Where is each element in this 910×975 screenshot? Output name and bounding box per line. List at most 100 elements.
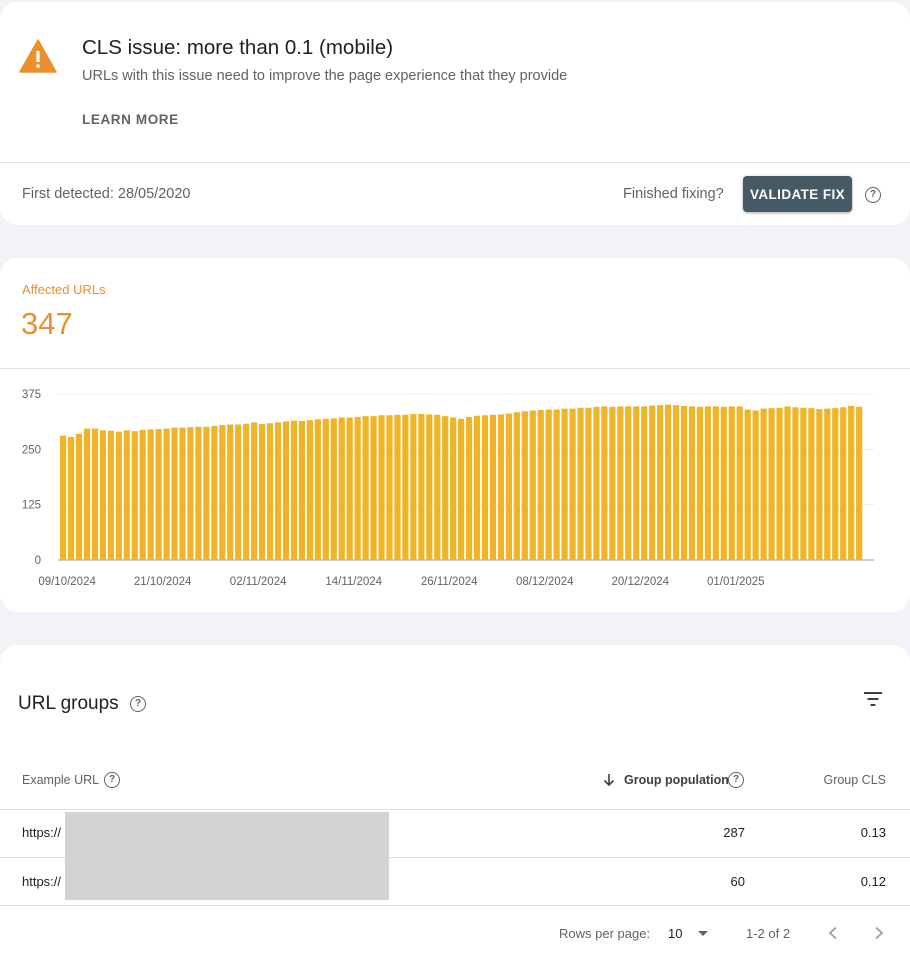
chart-bar[interactable]	[378, 415, 385, 560]
chart-bar[interactable]	[840, 407, 847, 560]
chart-bar[interactable]	[298, 421, 306, 560]
chart-bar[interactable]	[752, 410, 759, 560]
chart-bar[interactable]	[83, 428, 91, 560]
chart-bar[interactable]	[211, 425, 218, 560]
chart-bar[interactable]	[450, 417, 457, 560]
example-url-cell[interactable]: https://	[22, 825, 61, 840]
chart-bar[interactable]	[569, 408, 576, 560]
chart-bar[interactable]	[784, 406, 791, 560]
chart-bar[interactable]	[848, 405, 855, 560]
chart-bar[interactable]	[704, 406, 711, 560]
chart-bar[interactable]	[712, 406, 719, 560]
chart-bar[interactable]	[776, 407, 783, 560]
help-icon[interactable]: ?	[104, 772, 120, 788]
chart-bar[interactable]	[609, 406, 616, 560]
chart-bar[interactable]	[338, 417, 345, 560]
chart-bar[interactable]	[394, 414, 401, 560]
chevron-right-icon[interactable]	[873, 926, 885, 940]
chart-bar[interactable]	[529, 410, 536, 560]
chart-bar[interactable]	[561, 408, 568, 560]
chart-bar[interactable]	[266, 423, 274, 560]
column-header-group-cls[interactable]: Group CLS	[823, 773, 886, 787]
chart-bar[interactable]	[251, 422, 258, 560]
chart-bar[interactable]	[123, 430, 130, 560]
chart-bar[interactable]	[601, 406, 608, 560]
rows-per-page-select[interactable]: 10	[668, 926, 682, 941]
chart-bar[interactable]	[792, 407, 799, 560]
chart-bar[interactable]	[473, 415, 481, 560]
chart-bar[interactable]	[386, 415, 393, 560]
chart-bar[interactable]	[537, 409, 544, 560]
help-icon[interactable]: ?	[130, 696, 146, 712]
chart-bar[interactable]	[657, 405, 664, 560]
chart-bar[interactable]	[856, 406, 863, 560]
chart-bar[interactable]	[434, 414, 441, 560]
chart-bar[interactable]	[680, 405, 688, 560]
column-header-group-population[interactable]: Group population	[624, 773, 729, 787]
chart-bar[interactable]	[163, 428, 170, 560]
chart-bar[interactable]	[219, 424, 226, 560]
chart-bar[interactable]	[688, 406, 696, 560]
chart-bar[interactable]	[115, 431, 122, 560]
chart-bar[interactable]	[760, 408, 767, 560]
chart-bar[interactable]	[641, 406, 648, 560]
chart-bar[interactable]	[768, 408, 775, 560]
help-icon[interactable]: ?	[865, 187, 881, 203]
chart-bar[interactable]	[290, 420, 298, 560]
chart-bar[interactable]	[227, 424, 234, 560]
chart-bar[interactable]	[75, 433, 83, 560]
chart-bar[interactable]	[625, 406, 632, 560]
chart-bar[interactable]	[410, 413, 417, 560]
chart-bar[interactable]	[179, 427, 186, 560]
chart-bar[interactable]	[131, 431, 138, 560]
chart-bar[interactable]	[720, 406, 727, 560]
chart-bar[interactable]	[832, 408, 839, 560]
chart-bar[interactable]	[649, 405, 656, 560]
validate-fix-button[interactable]: VALIDATE FIX	[743, 176, 852, 212]
chart-bar[interactable]	[800, 407, 807, 560]
chart-bar[interactable]	[346, 417, 353, 560]
chart-bar[interactable]	[99, 430, 107, 560]
chart-bar[interactable]	[672, 405, 680, 560]
dropdown-arrow-icon[interactable]	[697, 930, 709, 938]
chart-bar[interactable]	[481, 415, 489, 560]
chart-bar[interactable]	[744, 409, 751, 560]
chart-bar[interactable]	[505, 413, 512, 560]
chart-bar[interactable]	[585, 407, 592, 560]
chart-bar[interactable]	[521, 411, 528, 560]
chart-bar[interactable]	[195, 426, 202, 560]
chart-bar[interactable]	[147, 429, 154, 560]
chart-bar[interactable]	[155, 428, 162, 560]
chart-bar[interactable]	[489, 414, 497, 560]
chart-bar[interactable]	[60, 435, 67, 560]
chart-bar[interactable]	[617, 406, 624, 560]
chart-bar[interactable]	[91, 428, 99, 560]
chart-bar[interactable]	[107, 430, 114, 560]
filter-icon[interactable]	[862, 691, 884, 707]
chart-bar[interactable]	[545, 409, 552, 560]
chart-bar[interactable]	[736, 406, 743, 560]
help-icon[interactable]: ?	[728, 772, 744, 788]
chart-bar[interactable]	[203, 426, 210, 560]
chart-bar[interactable]	[513, 412, 520, 560]
chart-bar[interactable]	[418, 413, 425, 560]
chart-bar[interactable]	[306, 420, 313, 560]
chart-bar[interactable]	[553, 409, 560, 560]
chart-bar[interactable]	[362, 416, 369, 560]
learn-more-link[interactable]: LEARN MORE	[82, 112, 179, 127]
chart-bar[interactable]	[354, 417, 361, 560]
chevron-left-icon[interactable]	[827, 926, 839, 940]
chart-bar[interactable]	[282, 421, 290, 560]
chart-bar[interactable]	[187, 427, 194, 560]
chart-bar[interactable]	[402, 414, 409, 560]
chart-bar[interactable]	[67, 436, 75, 560]
chart-bar[interactable]	[330, 418, 337, 560]
chart-bar[interactable]	[664, 404, 672, 560]
chart-bar[interactable]	[816, 409, 823, 560]
sort-arrow-down-icon[interactable]	[603, 773, 615, 787]
chart-bar[interactable]	[824, 408, 831, 560]
chart-bar[interactable]	[259, 424, 266, 560]
chart-bar[interactable]	[696, 406, 704, 560]
chart-bar[interactable]	[235, 424, 242, 560]
chart-bar[interactable]	[314, 419, 321, 560]
